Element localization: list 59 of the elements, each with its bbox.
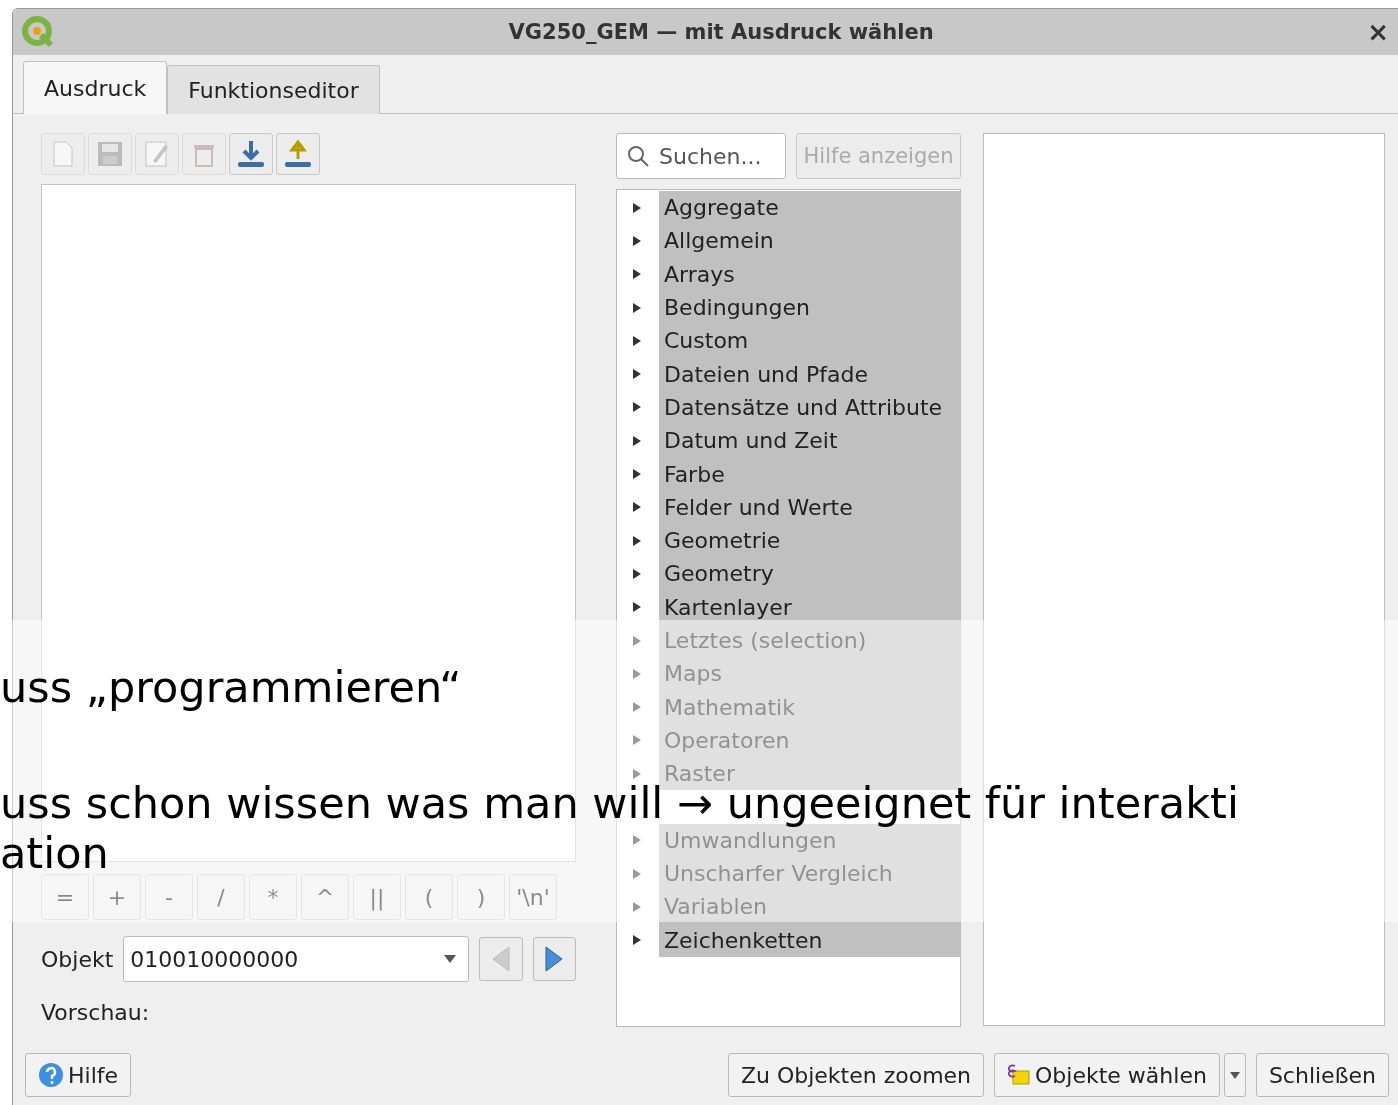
next-button[interactable] <box>532 937 576 981</box>
function-group-item[interactable]: Custom <box>659 324 960 358</box>
expand-arrow-icon[interactable] <box>632 268 642 281</box>
toolbar-button[interactable] <box>276 133 320 175</box>
function-group-item[interactable]: Datensätze und Attribute <box>659 390 960 425</box>
expand-arrow-icon[interactable] <box>632 601 642 614</box>
expand-arrow-icon[interactable] <box>632 434 642 447</box>
select-expression-icon <box>1007 1063 1032 1087</box>
function-group-item[interactable]: Kartenlayer <box>659 590 960 624</box>
caret-icon <box>444 955 457 963</box>
expand-arrow-icon[interactable] <box>632 534 642 547</box>
function-group-item[interactable]: Aggregate <box>659 191 960 225</box>
function-group-item[interactable]: Felder und Werte <box>659 490 960 524</box>
window-title: VG250_GEM — mit Ausdruck wählen <box>507 20 935 44</box>
search-placeholder: Suchen... <box>659 143 762 169</box>
object-dropdown[interactable]: 010010000000 <box>123 936 470 982</box>
search-icon <box>627 145 649 167</box>
search-field[interactable]: Suchen... <box>616 133 787 179</box>
function-group-item[interactable]: Farbe <box>659 457 960 491</box>
slide-text: uss „programmieren“ <box>0 662 462 712</box>
edit-icon <box>145 141 169 167</box>
help-button[interactable]: Hilfe <box>25 1053 132 1097</box>
help-icon <box>38 1062 64 1088</box>
save-icon <box>97 141 123 167</box>
expand-arrow-icon[interactable] <box>632 468 642 480</box>
upload-icon <box>283 139 313 169</box>
close-button[interactable]: × <box>1367 17 1389 47</box>
caret-icon <box>1229 1071 1240 1079</box>
close-dialog-button[interactable]: Schließen <box>1255 1053 1389 1097</box>
function-group-item[interactable]: Geometry <box>659 557 960 591</box>
function-group-item[interactable]: Zeichenketten <box>659 923 960 957</box>
function-group-item[interactable]: Datum und Zeit <box>659 424 960 458</box>
expand-arrow-icon[interactable] <box>632 401 642 414</box>
function-group-item[interactable]: Bedingungen <box>659 290 960 325</box>
expand-arrow-icon[interactable] <box>632 934 642 947</box>
expand-arrow-icon[interactable] <box>632 334 642 347</box>
new-file-icon <box>53 141 73 167</box>
right-triangle-icon <box>544 946 565 972</box>
object-label: Objekt <box>41 946 114 972</box>
toolbar-button[interactable] <box>229 133 273 175</box>
left-triangle-icon <box>490 946 511 972</box>
expand-arrow-icon[interactable] <box>632 501 642 514</box>
select-objects-button[interactable]: Objekte wählen <box>994 1053 1220 1097</box>
app-logo-icon <box>21 15 55 49</box>
tab[interactable]: Funktionseditor <box>167 65 380 114</box>
function-group-item[interactable]: Dateien und Pfade <box>659 357 960 391</box>
function-group-item[interactable]: Geometrie <box>659 523 960 558</box>
expand-arrow-icon[interactable] <box>632 567 642 580</box>
download-icon <box>236 139 266 169</box>
zoom-to-objects-button[interactable]: Zu Objekten zoomen <box>727 1053 985 1097</box>
preview-label: Vorschau: <box>41 1000 151 1025</box>
tab[interactable]: Ausdruck <box>23 61 168 114</box>
expand-arrow-icon[interactable] <box>632 301 642 314</box>
function-group-item[interactable]: Arrays <box>659 257 960 291</box>
expand-arrow-icon[interactable] <box>632 234 642 247</box>
expand-arrow-icon[interactable] <box>632 201 642 214</box>
expand-arrow-icon[interactable] <box>632 368 642 381</box>
function-group-item[interactable]: Allgemein <box>659 224 960 258</box>
dropdown-button[interactable] <box>1223 1053 1246 1097</box>
